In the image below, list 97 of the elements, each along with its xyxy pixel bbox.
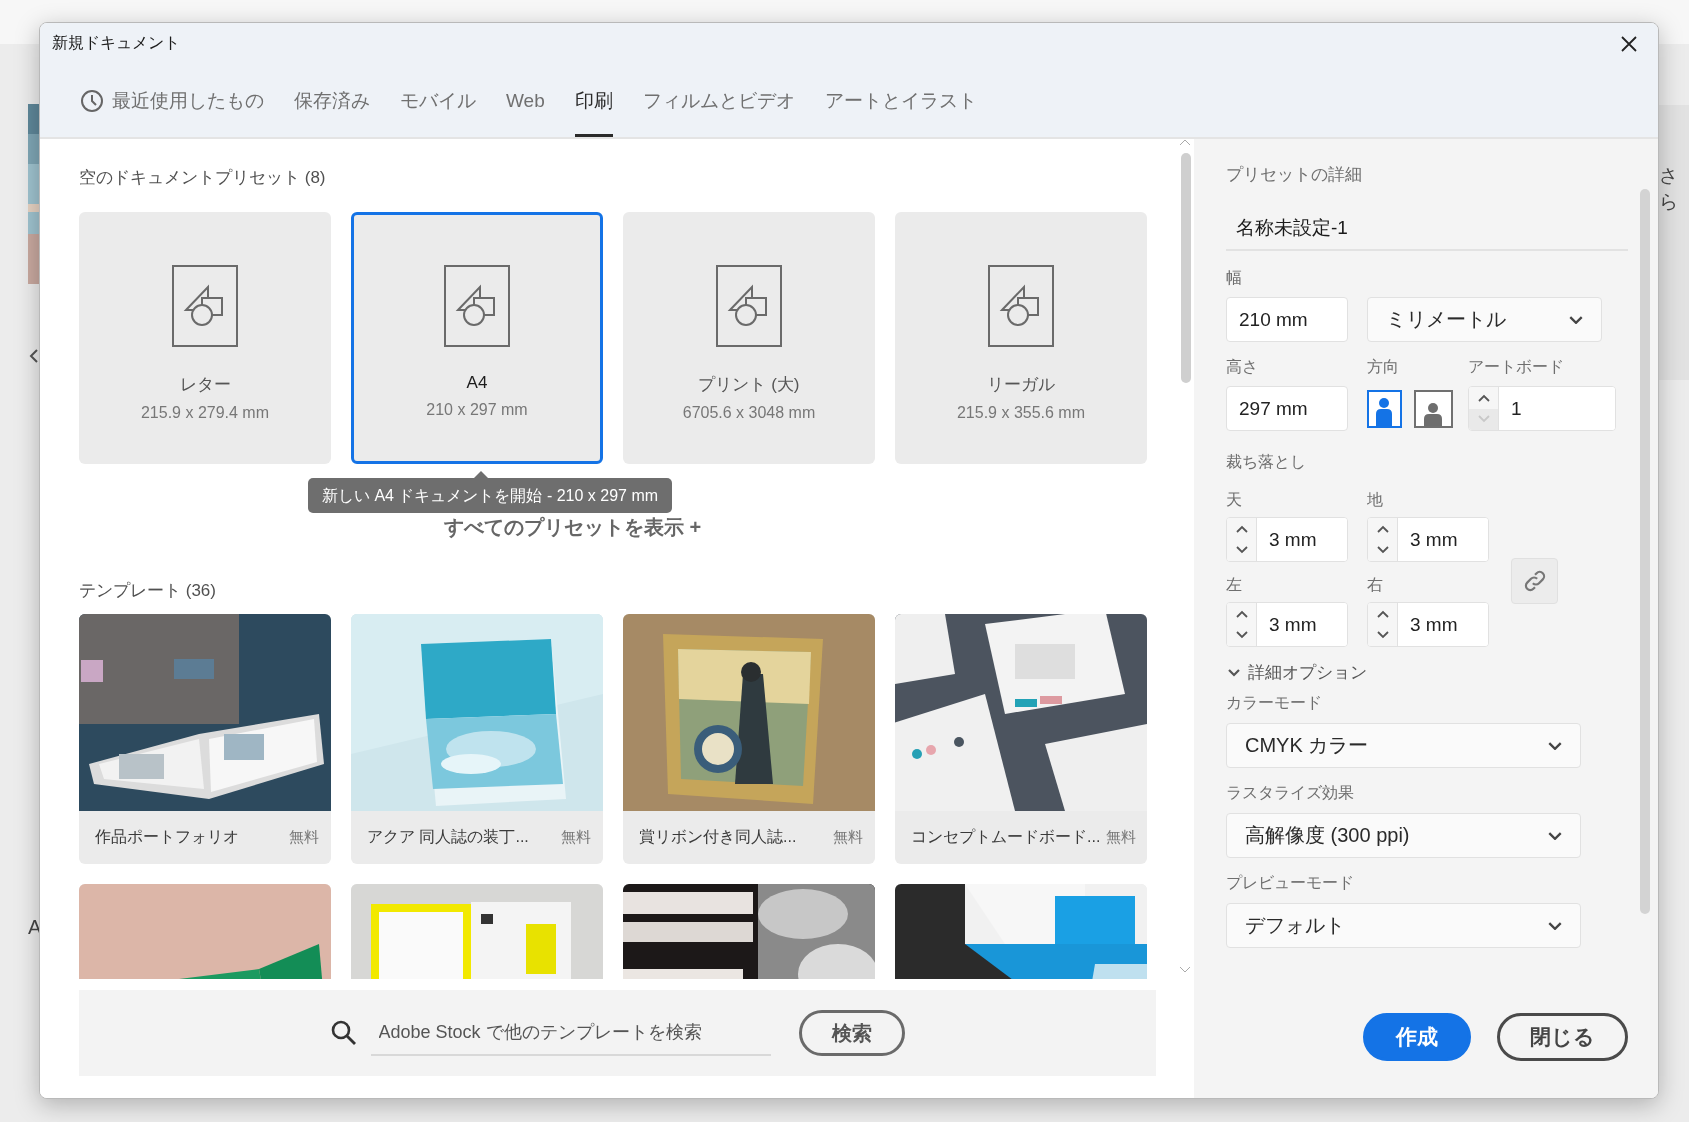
tooltip-pointer [474, 471, 488, 478]
category-tab[interactable]: フィルムとビデオ [642, 64, 795, 137]
preset-name: A4 [466, 373, 488, 393]
field-label: 幅 [1226, 268, 1243, 288]
search-button[interactable]: 検索 [798, 1010, 905, 1056]
clock-icon [80, 88, 104, 113]
portrait-person-icon [1374, 396, 1395, 426]
option-dropdown[interactable]: デフォルト [1226, 903, 1581, 948]
chevron-up-icon [1234, 523, 1249, 534]
scroll-down-icon [1179, 966, 1191, 973]
close-icon [1620, 34, 1638, 53]
bleed-label: 左 [1226, 575, 1243, 595]
section-heading: 空のドキュメントプリセット (8) [79, 167, 327, 189]
chevron-down-icon [1375, 630, 1390, 641]
template-title: 賞リボン付き同人誌... [639, 827, 797, 847]
template-card[interactable]: 賞リボン付き同人誌... 無料 [623, 614, 875, 864]
bleed-stepper[interactable]: 3 mm [1226, 517, 1348, 562]
preset-name: リーガル [987, 374, 1055, 396]
bleed-stepper[interactable]: 3 mm [1367, 602, 1489, 647]
field-label: プレビューモード [1226, 873, 1355, 893]
template-price: 無料 [833, 828, 863, 847]
template-title: コンセプトムードボード... [911, 827, 1101, 847]
landscape-person-icon [1422, 402, 1445, 426]
height-field[interactable]: 297 mm [1226, 386, 1348, 431]
field-label: カラーモード [1226, 693, 1323, 713]
chevron-up-icon [1476, 392, 1491, 403]
preset-card[interactable]: プリント (大) 6705.6 x 3048 mm [623, 212, 875, 464]
template-price: 無料 [1106, 828, 1137, 847]
document-shapes-icon [172, 265, 238, 347]
preset-size: 6705.6 x 3048 mm [682, 404, 816, 422]
portrait-button[interactable] [1367, 390, 1402, 428]
preset-size: 215.9 x 279.4 mm [140, 404, 270, 422]
section-label: 裁ち落とし [1226, 452, 1307, 472]
link-button[interactable] [1511, 557, 1558, 604]
search-field[interactable]: Adobe Stock で他のテンプレートを検索 [370, 1010, 771, 1056]
chevron-up-icon [1234, 608, 1249, 619]
document-name-field[interactable]: 名称未設定-1 [1226, 207, 1628, 251]
create-button[interactable]: 作成 [1363, 1013, 1471, 1061]
category-tab[interactable]: 最近使用したもの [80, 64, 264, 137]
unit-dropdown[interactable]: ミリメートル [1367, 297, 1602, 342]
template-card[interactable]: アクア 同人誌の装丁... 無料 [351, 614, 603, 864]
bleed-label: 右 [1367, 575, 1384, 595]
category-tab[interactable]: アートとイラスト [824, 64, 977, 137]
advanced-options-toggle[interactable]: 詳細オプション [1226, 661, 1628, 684]
search-icon [330, 1020, 357, 1046]
scroll-up-icon [1179, 139, 1191, 146]
scrollbar-thumb[interactable] [1640, 189, 1650, 914]
window-title: 新規ドキュメント [52, 33, 180, 53]
category-tab[interactable]: Web [506, 64, 545, 137]
view-all-presets-link[interactable]: すべてのプリセットを表示 + [443, 514, 702, 538]
category-tab[interactable]: 保存済み [294, 64, 370, 137]
width-field[interactable]: 210 mm [1226, 297, 1348, 342]
document-shapes-icon [444, 265, 510, 347]
template-price: 無料 [289, 828, 319, 847]
chevron-down-icon [1569, 315, 1583, 324]
chevron-down-icon [1476, 414, 1491, 425]
template-title: 作品ポートフォリオ [95, 827, 239, 847]
document-shapes-icon [716, 265, 782, 347]
bleed-label: 地 [1367, 490, 1384, 510]
bleed-stepper[interactable]: 3 mm [1226, 602, 1348, 647]
chevron-left-icon [29, 348, 39, 364]
template-price: 無料 [561, 828, 591, 847]
bleed-label: 天 [1226, 490, 1243, 510]
artboard-stepper[interactable]: 1 [1468, 386, 1616, 431]
scrollbar-thumb[interactable] [1181, 153, 1191, 383]
tooltip: 新しい A4 ドキュメントを開始 - 210 x 297 mm [308, 478, 673, 513]
section-heading: テンプレート (36) [79, 580, 217, 602]
chevron-down-icon [1234, 545, 1249, 556]
preset-name: レター [179, 374, 231, 396]
preset-card[interactable]: レター 215.9 x 279.4 mm [79, 212, 331, 464]
option-dropdown[interactable]: CMYK カラー [1226, 723, 1581, 768]
template-card[interactable]: 作品ポートフォリオ 無料 [79, 614, 331, 864]
preset-name: プリント (大) [698, 374, 800, 396]
chevron-down-icon [1234, 630, 1249, 641]
template-card[interactable]: コンセプトムードボード... 無料 [895, 614, 1147, 864]
preset-size: 210 x 297 mm [426, 401, 528, 419]
field-label: ラスタライズ効果 [1226, 783, 1355, 803]
chevron-down-icon [1548, 831, 1562, 840]
chevron-up-icon [1375, 523, 1390, 534]
landscape-button[interactable] [1413, 390, 1453, 428]
preset-size: 215.9 x 355.6 mm [956, 404, 1086, 422]
category-tab[interactable]: モバイル [400, 64, 476, 137]
panel-heading: プリセットの詳細 [1226, 164, 1363, 186]
close-dialog-button[interactable]: 閉じる [1497, 1013, 1628, 1061]
field-label: アートボード [1468, 357, 1565, 377]
background-text: さら [1659, 164, 1679, 214]
template-title: アクア 同人誌の装丁... [367, 827, 529, 847]
bleed-stepper[interactable]: 3 mm [1367, 517, 1489, 562]
chevron-up-icon [1375, 608, 1390, 619]
option-dropdown[interactable]: 高解像度 (300 ppi) [1226, 813, 1581, 858]
chevron-down-icon [1375, 545, 1390, 556]
document-shapes-icon [988, 265, 1054, 347]
preset-card[interactable]: リーガル 215.9 x 355.6 mm [895, 212, 1147, 464]
field-label: 高さ [1226, 357, 1259, 377]
chevron-down-icon [1548, 921, 1562, 930]
chevron-down-icon [1548, 741, 1562, 750]
field-label: 方向 [1367, 357, 1400, 377]
